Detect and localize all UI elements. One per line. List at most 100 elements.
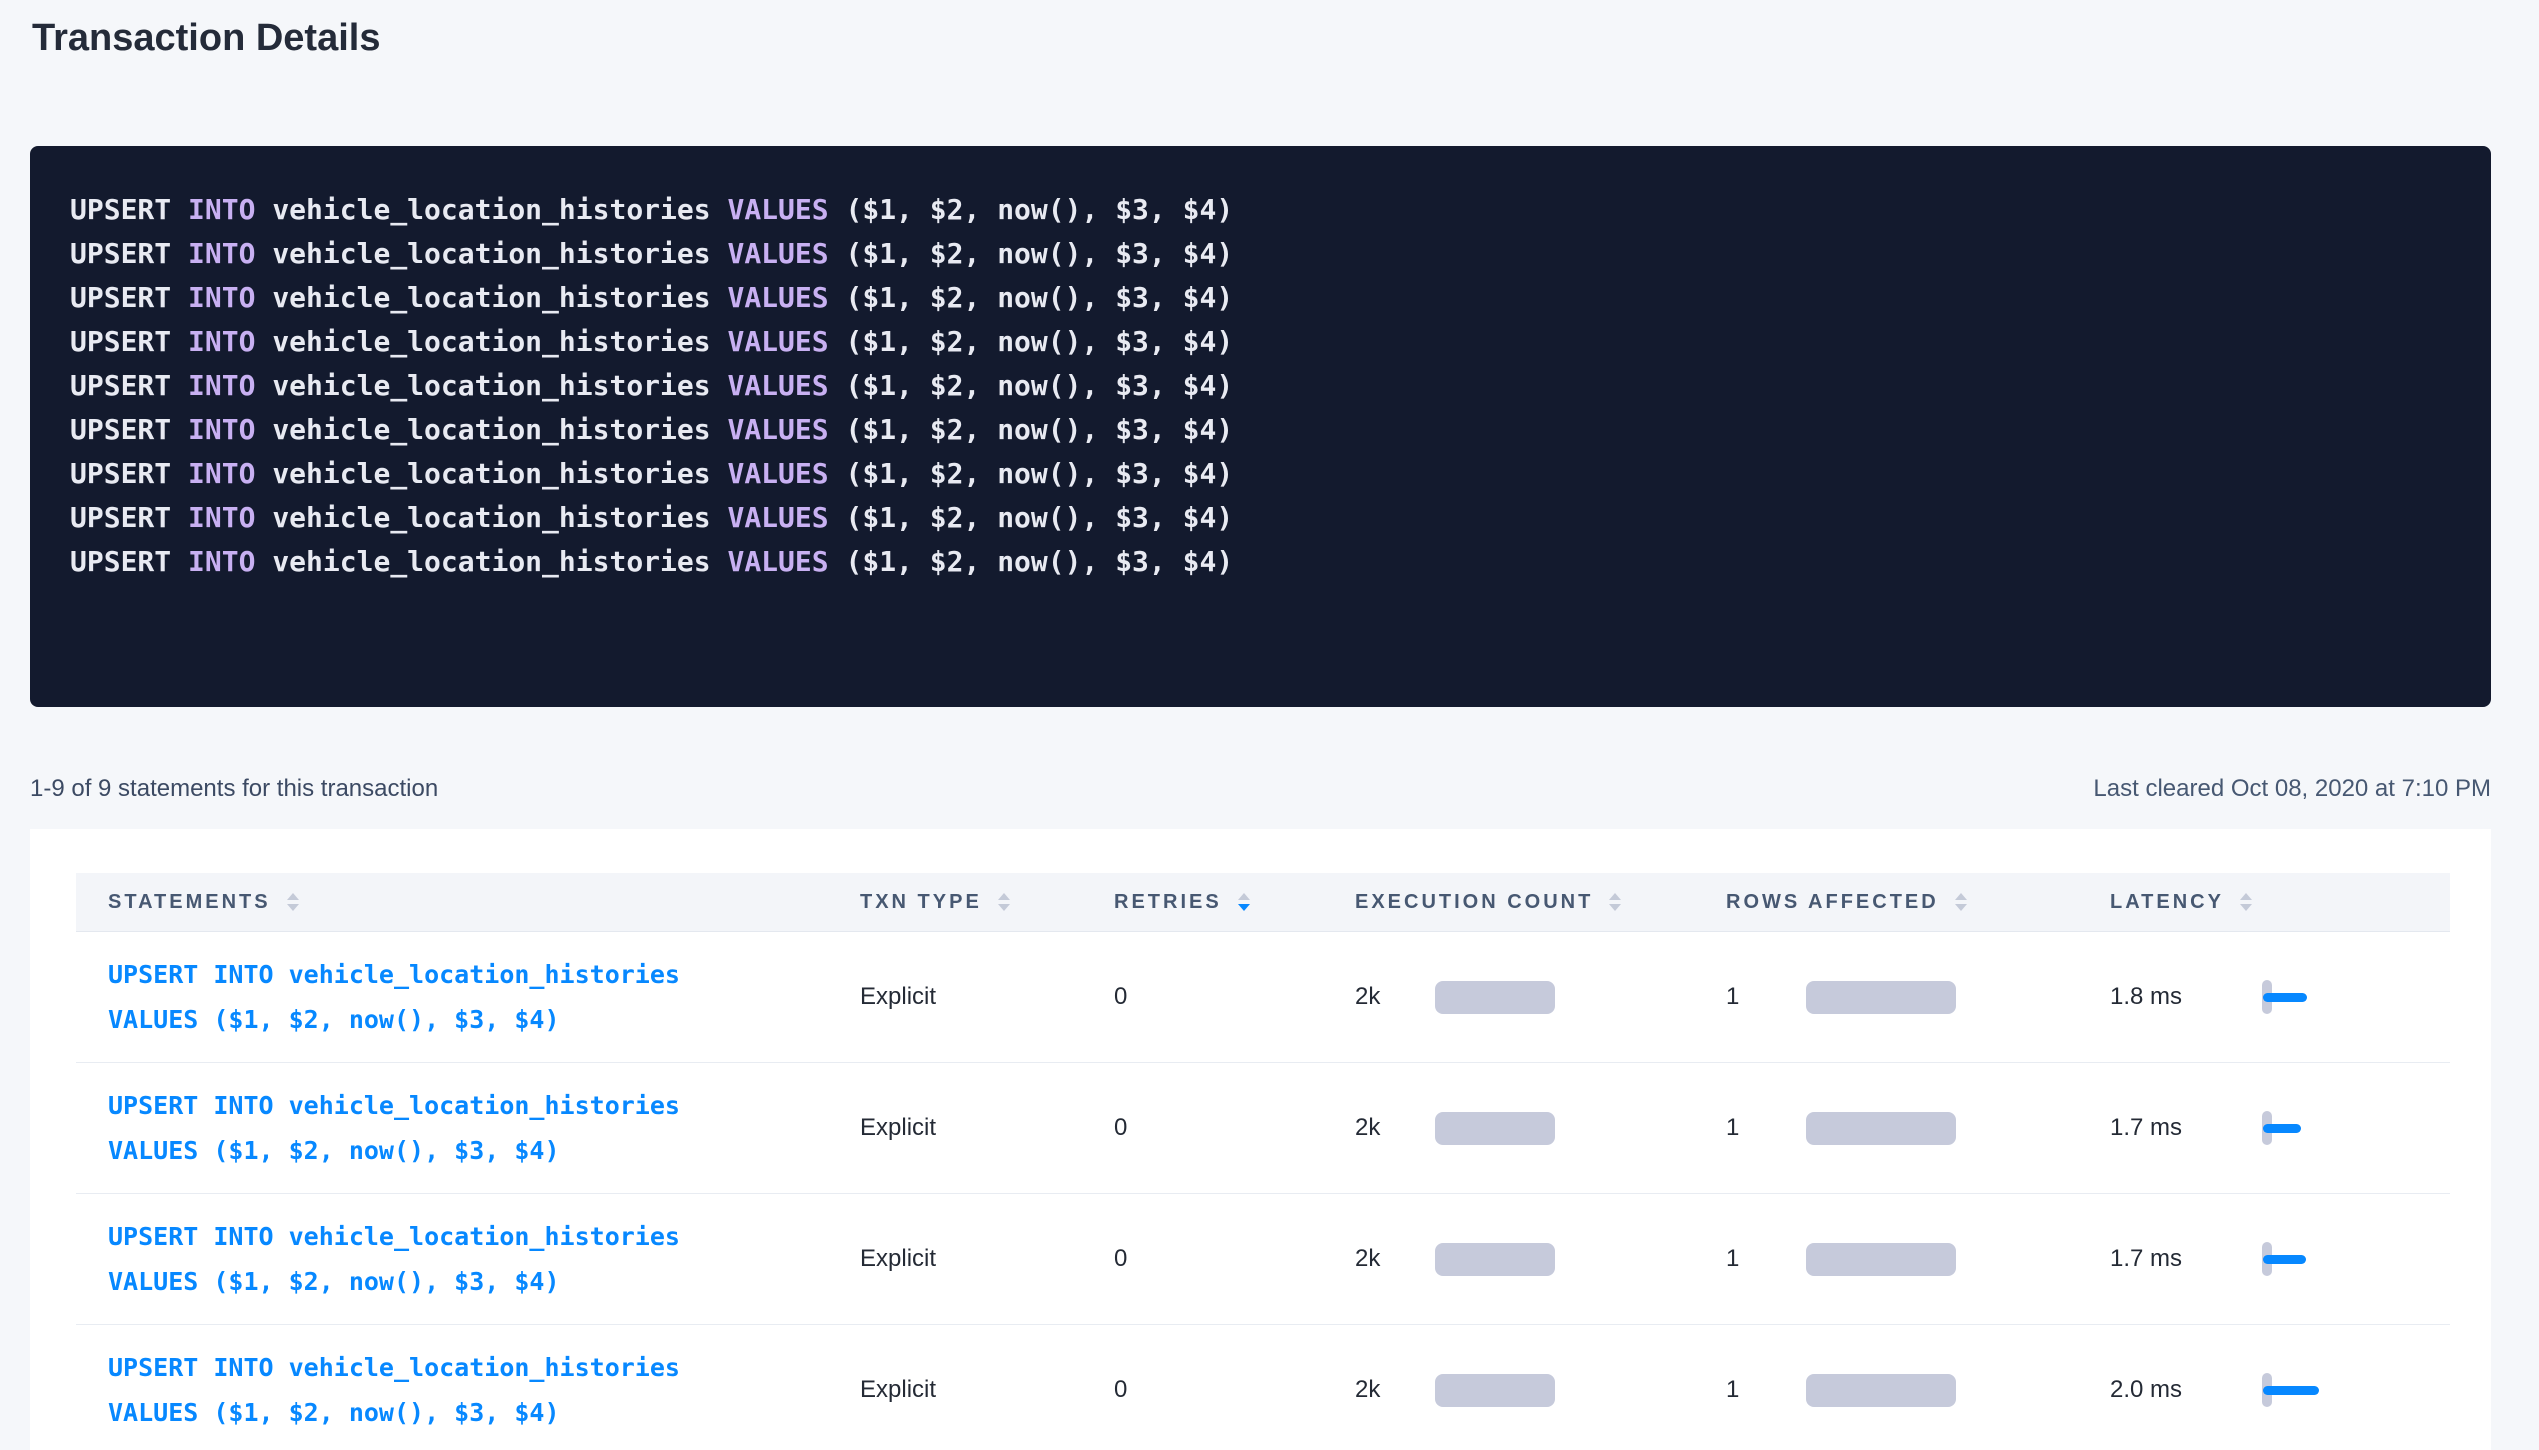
- sql-text: ($1, $2, now(), $3, $4): [845, 237, 1233, 270]
- execution-count-cell: 2k: [1323, 1374, 1694, 1407]
- sql-keyword: VALUES: [727, 545, 845, 578]
- latency-bar: [2263, 1124, 2301, 1133]
- sql-code-block: UPSERT INTO vehicle_location_histories V…: [30, 146, 2491, 707]
- rows-affected-cell: 1: [1694, 1112, 2078, 1145]
- rows-affected-value: 1: [1726, 1245, 1778, 1273]
- sql-keyword: INTO: [188, 369, 272, 402]
- latency-bar: [2263, 1386, 2319, 1395]
- statement-table-row: UPSERT INTO vehicle_location_historiesVA…: [76, 1193, 2450, 1324]
- execution-count-bar: [1435, 1374, 1555, 1407]
- statement-cell: UPSERT INTO vehicle_location_historiesVA…: [76, 1083, 828, 1173]
- statement-line-1: UPSERT INTO vehicle_location_histories: [108, 1083, 828, 1128]
- sql-text: vehicle_location_histories: [272, 545, 727, 578]
- sql-text: ($1, $2, now(), $3, $4): [845, 281, 1233, 314]
- statement-line-2: VALUES ($1, $2, now(), $3, $4): [108, 1128, 828, 1173]
- txn-type-value: Explicit: [860, 1245, 936, 1272]
- latency-bar: [2263, 1255, 2306, 1264]
- txn-type-value: Explicit: [860, 983, 936, 1010]
- sort-desc-icon[interactable]: [1609, 904, 1621, 911]
- retries-cell: 0: [1082, 1245, 1323, 1273]
- latency-value: 1.7 ms: [2110, 1245, 2220, 1273]
- sql-text: ($1, $2, now(), $3, $4): [845, 369, 1233, 402]
- sql-keyword: INTO: [188, 193, 272, 226]
- statements-count-summary: 1-9 of 9 statements for this transaction: [30, 772, 438, 805]
- sql-text: UPSERT: [70, 545, 188, 578]
- column-header-statements[interactable]: STATEMENTS: [76, 873, 828, 931]
- sql-keyword: VALUES: [727, 193, 845, 226]
- column-header-execution-count[interactable]: EXECUTION COUNT: [1323, 873, 1694, 931]
- sort-asc-icon[interactable]: [1238, 893, 1250, 900]
- latency-bar-chart: [2262, 980, 2307, 1014]
- retries-cell: 0: [1082, 1376, 1323, 1404]
- sort-desc-icon[interactable]: [1955, 904, 1967, 911]
- page-title: Transaction Details: [32, 12, 2491, 64]
- statement-table-row: UPSERT INTO vehicle_location_historiesVA…: [76, 1324, 2450, 1450]
- sql-text: vehicle_location_histories: [272, 193, 727, 226]
- sort-arrows-icon[interactable]: [2240, 893, 2252, 911]
- sort-arrows-icon[interactable]: [1955, 893, 1967, 911]
- sort-desc-icon[interactable]: [2240, 904, 2252, 911]
- statement-cell: UPSERT INTO vehicle_location_historiesVA…: [76, 1214, 828, 1304]
- sql-text: UPSERT: [70, 413, 188, 446]
- column-header-rows-affected[interactable]: ROWS AFFECTED: [1694, 873, 2078, 931]
- sql-keyword: VALUES: [727, 281, 845, 314]
- sql-keyword: INTO: [188, 545, 272, 578]
- sql-text: UPSERT: [70, 457, 188, 490]
- column-header-label: TXN TYPE: [860, 891, 982, 914]
- sort-desc-icon[interactable]: [287, 904, 299, 911]
- sort-desc-icon[interactable]: [998, 904, 1010, 911]
- sql-statement-line: UPSERT INTO vehicle_location_histories V…: [70, 540, 2451, 584]
- rows-affected-cell: 1: [1694, 1243, 2078, 1276]
- sort-asc-icon[interactable]: [287, 893, 299, 900]
- sort-asc-icon[interactable]: [998, 893, 1010, 900]
- sort-asc-icon[interactable]: [1955, 893, 1967, 900]
- sort-arrows-icon[interactable]: [998, 893, 1010, 911]
- statement-link[interactable]: UPSERT INTO vehicle_location_historiesVA…: [108, 1345, 828, 1435]
- sql-text: vehicle_location_histories: [272, 457, 727, 490]
- sort-asc-icon[interactable]: [1609, 893, 1621, 900]
- statement-link[interactable]: UPSERT INTO vehicle_location_historiesVA…: [108, 952, 828, 1042]
- sort-desc-icon[interactable]: [1238, 904, 1250, 911]
- sort-asc-icon[interactable]: [2240, 893, 2252, 900]
- execution-count-value: 2k: [1355, 1376, 1407, 1404]
- rows-affected-value: 1: [1726, 1114, 1778, 1142]
- latency-cell: 1.7 ms: [2078, 1242, 2450, 1276]
- column-header-latency[interactable]: LATENCY: [2078, 873, 2450, 931]
- retries-cell: 0: [1082, 983, 1323, 1011]
- execution-count-bar: [1435, 981, 1555, 1014]
- column-header-retries[interactable]: RETRIES: [1082, 873, 1323, 931]
- sql-text: UPSERT: [70, 325, 188, 358]
- statement-table-row: UPSERT INTO vehicle_location_historiesVA…: [76, 932, 2450, 1062]
- latency-cell: 1.7 ms: [2078, 1111, 2450, 1145]
- execution-count-value: 2k: [1355, 1245, 1407, 1273]
- transaction-details-page: Transaction Details UPSERT INTO vehicle_…: [0, 12, 2539, 1450]
- txn-type-cell: Explicit: [828, 1245, 1082, 1273]
- rows-affected-bar: [1806, 1374, 1956, 1407]
- statement-line-2: VALUES ($1, $2, now(), $3, $4): [108, 997, 828, 1042]
- statement-link[interactable]: UPSERT INTO vehicle_location_historiesVA…: [108, 1083, 828, 1173]
- latency-value: 1.7 ms: [2110, 1114, 2220, 1142]
- sql-text: ($1, $2, now(), $3, $4): [845, 325, 1233, 358]
- last-cleared-label: Last cleared Oct 08, 2020 at 7:10 PM: [2093, 772, 2491, 805]
- rows-affected-bar: [1806, 981, 1956, 1014]
- column-header-label: RETRIES: [1114, 891, 1222, 914]
- sort-arrows-icon[interactable]: [287, 893, 299, 911]
- retries-value: 0: [1114, 1376, 1127, 1403]
- rows-affected-cell: 1: [1694, 1374, 2078, 1407]
- sql-statement-line: UPSERT INTO vehicle_location_histories V…: [70, 232, 2451, 276]
- sort-arrows-icon[interactable]: [1609, 893, 1621, 911]
- txn-type-cell: Explicit: [828, 1114, 1082, 1142]
- execution-count-cell: 2k: [1323, 1112, 1694, 1145]
- sort-arrows-icon[interactable]: [1238, 893, 1250, 911]
- sql-keyword: VALUES: [727, 501, 845, 534]
- sql-text: UPSERT: [70, 193, 188, 226]
- statement-cell: UPSERT INTO vehicle_location_historiesVA…: [76, 1345, 828, 1435]
- sql-text: UPSERT: [70, 281, 188, 314]
- statement-link[interactable]: UPSERT INTO vehicle_location_historiesVA…: [108, 1214, 828, 1304]
- column-header-txn-type[interactable]: TXN TYPE: [828, 873, 1082, 931]
- sql-text: UPSERT: [70, 369, 188, 402]
- txn-type-value: Explicit: [860, 1376, 936, 1403]
- sql-keyword: VALUES: [727, 369, 845, 402]
- statement-line-2: VALUES ($1, $2, now(), $3, $4): [108, 1259, 828, 1304]
- statement-line-1: UPSERT INTO vehicle_location_histories: [108, 952, 828, 997]
